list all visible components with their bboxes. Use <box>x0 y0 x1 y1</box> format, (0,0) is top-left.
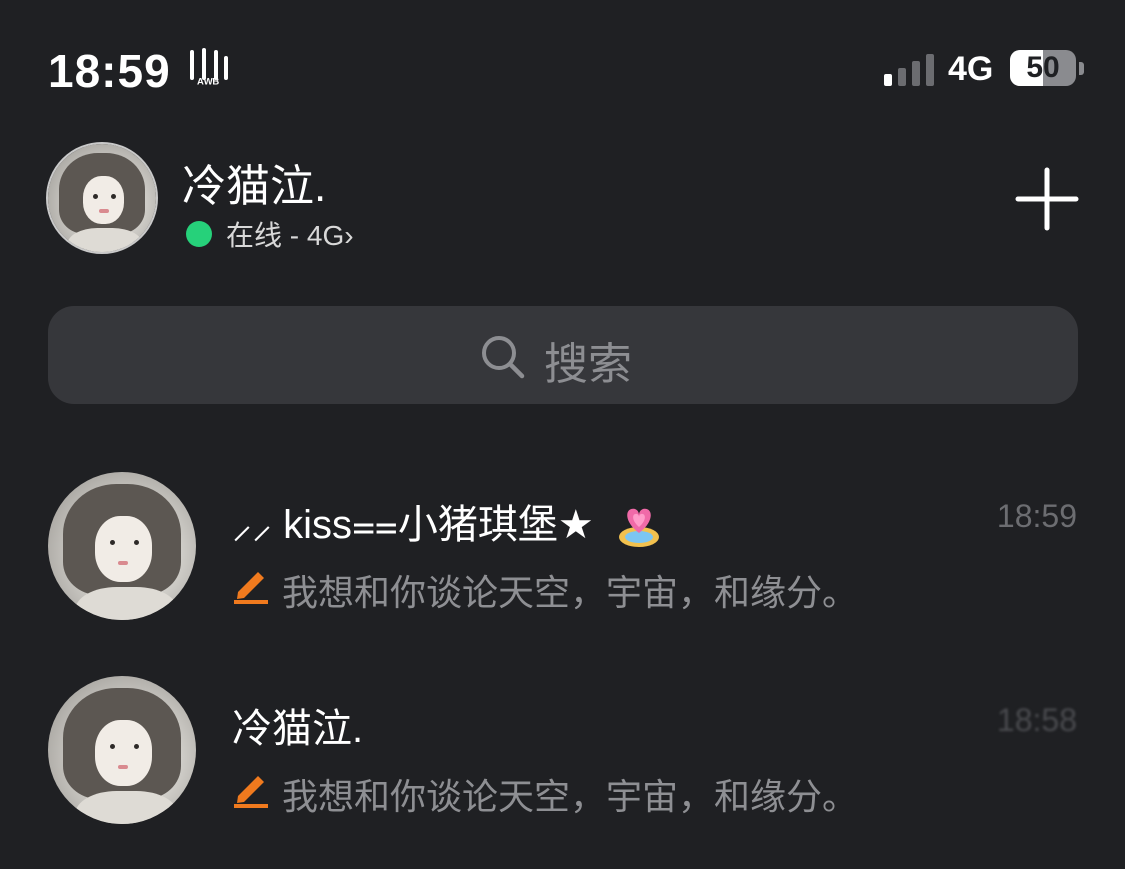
chat-time: 18:58 <box>996 702 1077 738</box>
chat-time: 18:59 <box>996 498 1077 534</box>
profile-avatar[interactable] <box>46 142 158 254</box>
chat-preview: 我想和你谈论天空，宇宙，和缘分。 <box>282 776 859 817</box>
add-icon[interactable] <box>1014 166 1080 232</box>
chat-name: 冷猫泣. <box>232 707 364 751</box>
svg-text:ᴬᵂᴮ: ᴬᵂᴮ <box>197 75 220 90</box>
chat-list-item[interactable]: 冷猫泣. 18:58 我想和你谈论天空，宇宙，和缘分。 <box>0 676 1125 866</box>
pencil-icon <box>234 776 268 808</box>
online-status[interactable]: 在线 - 4G› <box>226 214 354 254</box>
tiktok-glyph-icon: ᴬᵂᴮ <box>190 48 228 90</box>
heart-gift-icon <box>618 509 659 548</box>
battery-icon: 50 <box>1010 50 1076 86</box>
chat-name-text: ⸝⸝ kiss⩵小猪琪堡★ <box>232 503 594 547</box>
battery-percent: 50 <box>1026 51 1060 84</box>
network-type: 4G <box>948 50 994 88</box>
pencil-icon <box>234 572 268 604</box>
chat-avatar[interactable] <box>48 472 196 620</box>
status-time: 18:59 <box>48 45 171 97</box>
search-placeholder: 搜索 <box>544 340 632 389</box>
chat-avatar[interactable] <box>48 676 196 824</box>
signal-strength-icon <box>884 52 936 86</box>
battery-tip <box>1079 62 1084 75</box>
status-bar: 18:59 ᴬᵂᴮ 4G 50 <box>0 0 1125 130</box>
chat-preview: 我想和你谈论天空，宇宙，和缘分。 <box>282 572 859 613</box>
chat-list-item[interactable]: ⸝⸝ kiss⩵小猪琪堡★ 18:59 我想和你谈论天空，宇宙，和缘分。 <box>0 472 1125 662</box>
online-status-label: 在线 - 4G <box>226 220 345 251</box>
online-status-dot <box>186 221 212 247</box>
chat-name: ⸝⸝ kiss⩵小猪琪堡★ <box>232 492 665 551</box>
search-icon <box>482 336 525 379</box>
profile-name[interactable]: 冷猫泣. <box>182 150 326 214</box>
chevron-right-icon: › <box>344 220 354 251</box>
